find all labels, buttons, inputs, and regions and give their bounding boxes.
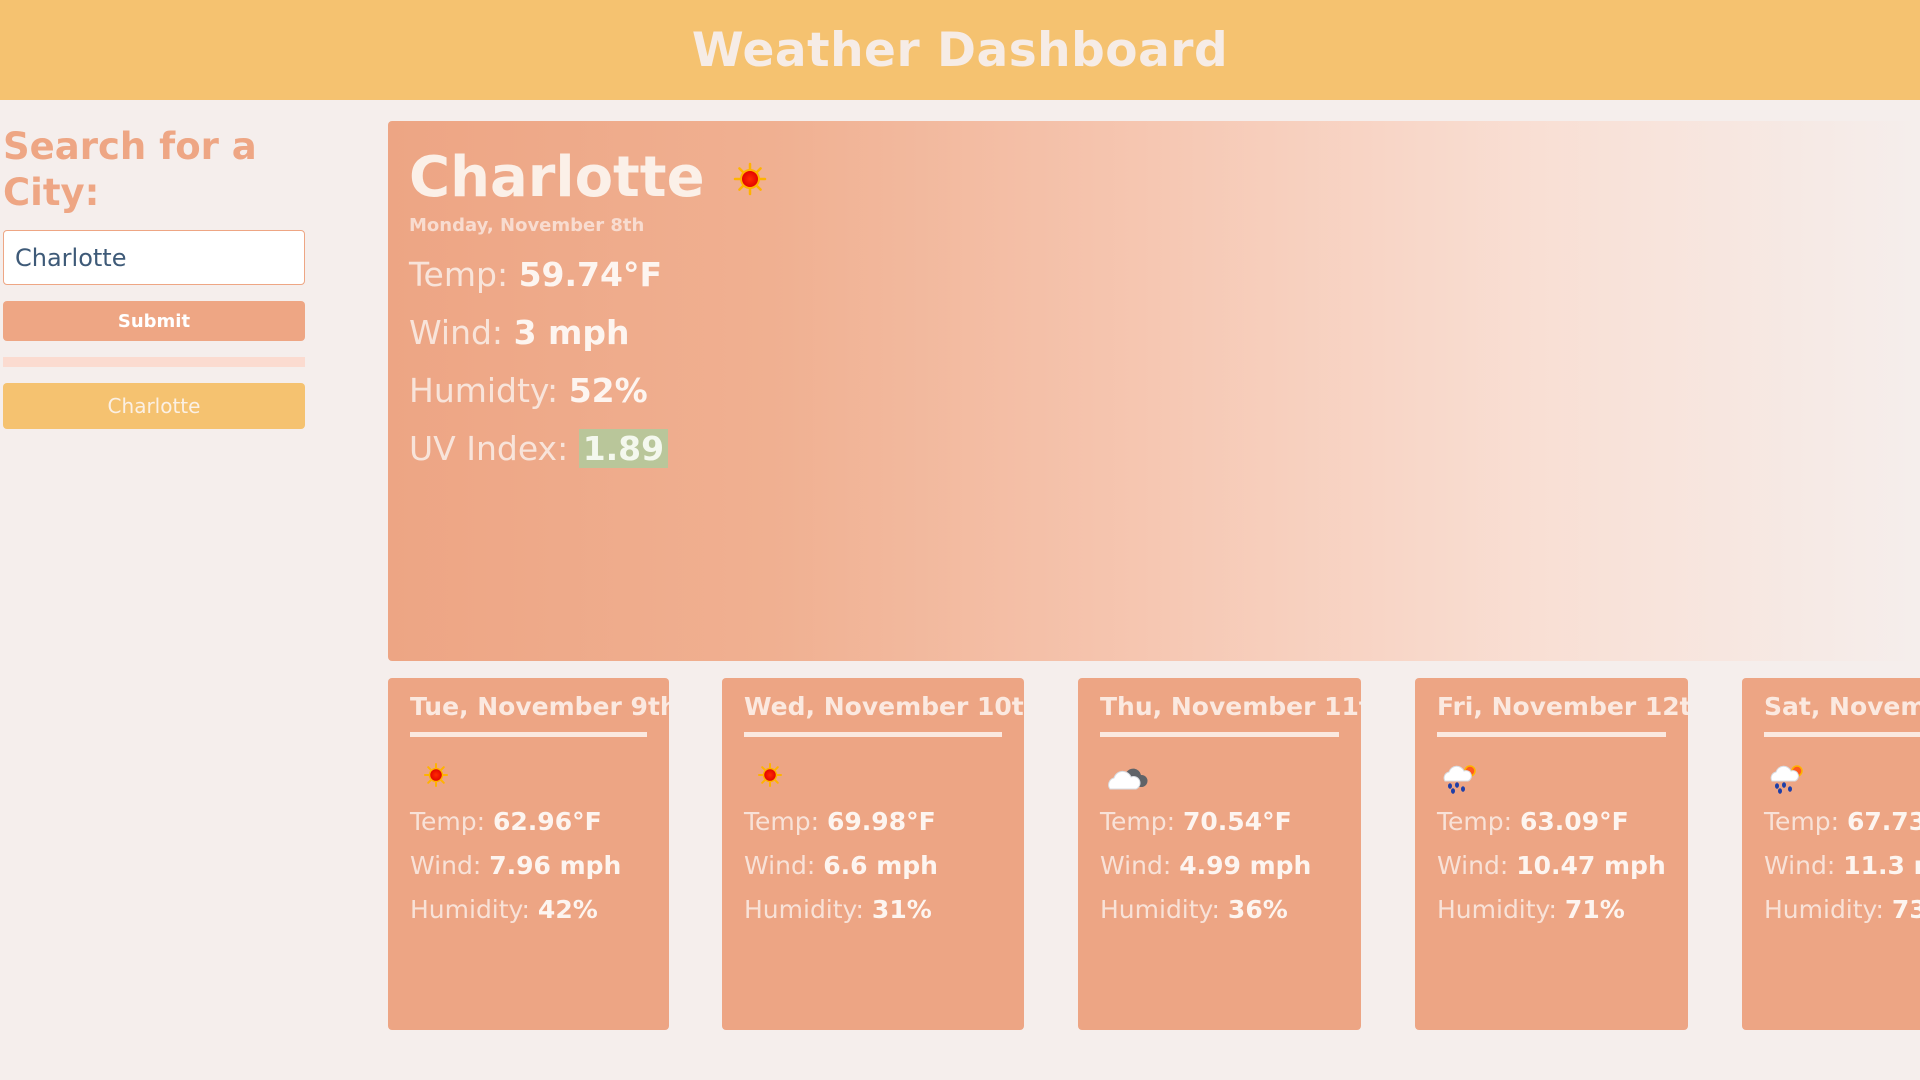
forecast-temp: Temp: 63.09°F	[1437, 807, 1666, 837]
forecast-humidity: Humidity: 36%	[1100, 895, 1339, 925]
humidity-label: Humidity:	[1764, 895, 1884, 924]
sidebar-divider	[3, 357, 305, 367]
forecast-temp: Temp: 70.54°F	[1100, 807, 1339, 837]
sun-icon	[410, 761, 647, 795]
city-search-input[interactable]	[3, 230, 305, 285]
temp-value: 59.74°F	[518, 255, 663, 294]
wind-value: 4.99 mph	[1179, 851, 1312, 880]
forecast-divider	[744, 732, 1002, 737]
current-date: Monday, November 8th	[409, 215, 645, 236]
humidity-value: 52%	[568, 371, 648, 410]
humidity-value: 31%	[871, 895, 932, 924]
current-weather-panel: Charlotte Monday, November 8th Temp: 59.…	[388, 121, 1920, 661]
forecast-wind: Wind: 10.47 mph	[1437, 851, 1666, 881]
current-city-name: Charlotte	[409, 145, 705, 210]
humidity-label: Humidity:	[1437, 895, 1557, 924]
uv-label: UV Index:	[409, 429, 569, 468]
forecast-divider	[1437, 732, 1666, 737]
wind-label: Wind:	[744, 851, 816, 880]
humidity-value: 42%	[537, 895, 598, 924]
temp-value: 69.98°F	[827, 807, 936, 836]
wind-value: 3 mph	[513, 313, 630, 352]
humidity-value: 71%	[1564, 895, 1625, 924]
wind-value: 10.47 mph	[1516, 851, 1666, 880]
forecast-humidity: Humidity: 42%	[410, 895, 647, 925]
wind-label: Wind:	[409, 313, 504, 352]
forecast-divider	[1764, 732, 1920, 737]
wind-label: Wind:	[1100, 851, 1172, 880]
forecast-humidity: Humidity: 73%	[1764, 895, 1920, 925]
temp-label: Temp:	[410, 807, 486, 836]
wind-value: 6.6 mph	[823, 851, 938, 880]
sun-icon	[744, 761, 1002, 795]
submit-button[interactable]: Submit	[3, 301, 305, 341]
forecast-wind: Wind: 4.99 mph	[1100, 851, 1339, 881]
humidity-value: 36%	[1227, 895, 1288, 924]
forecast-temp: Temp: 69.98°F	[744, 807, 1002, 837]
wind-label: Wind:	[1437, 851, 1509, 880]
temp-label: Temp:	[744, 807, 820, 836]
forecast-date: Tue, November 9th	[410, 692, 669, 721]
forecast-temp: Temp: 62.96°F	[410, 807, 647, 837]
forecast-humidity: Humidity: 71%	[1437, 895, 1666, 925]
wind-value: 7.96 mph	[489, 851, 622, 880]
forecast-temp: Temp: 67.73°F	[1764, 807, 1920, 837]
forecast-wind: Wind: 7.96 mph	[410, 851, 647, 881]
humidity-label: Humidity:	[744, 895, 864, 924]
forecast-humidity: Humidity: 31%	[744, 895, 1002, 925]
forecast-date: Thu, November 11th	[1100, 692, 1361, 721]
forecast-card: Wed, November 10th Temp: 69.98°F Wind: 6…	[722, 678, 1024, 1030]
forecast-divider	[410, 732, 647, 737]
uv-badge: 1.89	[578, 429, 669, 468]
forecast-card: Fri, November 12th Temp: 63.09°F Wind: 1…	[1415, 678, 1688, 1030]
wind-value: 11.3 mp	[1843, 851, 1920, 880]
search-title: Search for a City:	[3, 125, 257, 214]
forecast-card: Sat, Novemb Temp: 67.73°F Wind: 11.3 mp …	[1742, 678, 1920, 1030]
temp-value: 67.73°F	[1847, 807, 1920, 836]
temp-label: Temp:	[1437, 807, 1513, 836]
wind-label: Wind:	[1764, 851, 1836, 880]
app-header: Weather Dashboard	[0, 0, 1920, 100]
humidity-label: Humidty:	[409, 371, 559, 410]
temp-value: 62.96°F	[493, 807, 602, 836]
forecast-date: Fri, November 12th	[1437, 692, 1688, 721]
page-title: Weather Dashboard	[691, 22, 1229, 78]
rain-icon	[1764, 761, 1920, 795]
temp-label: Temp:	[1764, 807, 1840, 836]
forecast-card: Thu, November 11th Temp: 70.54°F Wind: 4…	[1078, 678, 1361, 1030]
wind-label: Wind:	[410, 851, 482, 880]
current-wind: Wind: 3 mph	[409, 314, 767, 352]
temp-value: 63.09°F	[1520, 807, 1629, 836]
forecast-wind: Wind: 6.6 mph	[744, 851, 1002, 881]
forecast-date: Sat, Novemb	[1764, 692, 1920, 721]
sun-icon	[733, 162, 767, 196]
temp-value: 70.54°F	[1183, 807, 1292, 836]
humidity-value: 73%	[1891, 895, 1920, 924]
search-sidebar: Search for a City: Submit Charlotte	[3, 124, 305, 429]
rain-icon	[1437, 761, 1666, 795]
current-uv: UV Index: 1.89	[409, 429, 767, 468]
current-humidity: Humidty: 52%	[409, 372, 767, 410]
current-temp: Temp: 59.74°F	[409, 256, 767, 294]
history-city-button[interactable]: Charlotte	[3, 383, 305, 429]
temp-label: Temp:	[409, 255, 509, 294]
forecast-wind: Wind: 11.3 mp	[1764, 851, 1920, 881]
humidity-label: Humidity:	[1100, 895, 1220, 924]
forecast-divider	[1100, 732, 1339, 737]
temp-label: Temp:	[1100, 807, 1176, 836]
cloud-icon	[1100, 761, 1339, 795]
forecast-card: Tue, November 9th Temp: 62.96°F Wind: 7.…	[388, 678, 669, 1030]
humidity-label: Humidity:	[410, 895, 530, 924]
forecast-date: Wed, November 10th	[744, 692, 1024, 721]
